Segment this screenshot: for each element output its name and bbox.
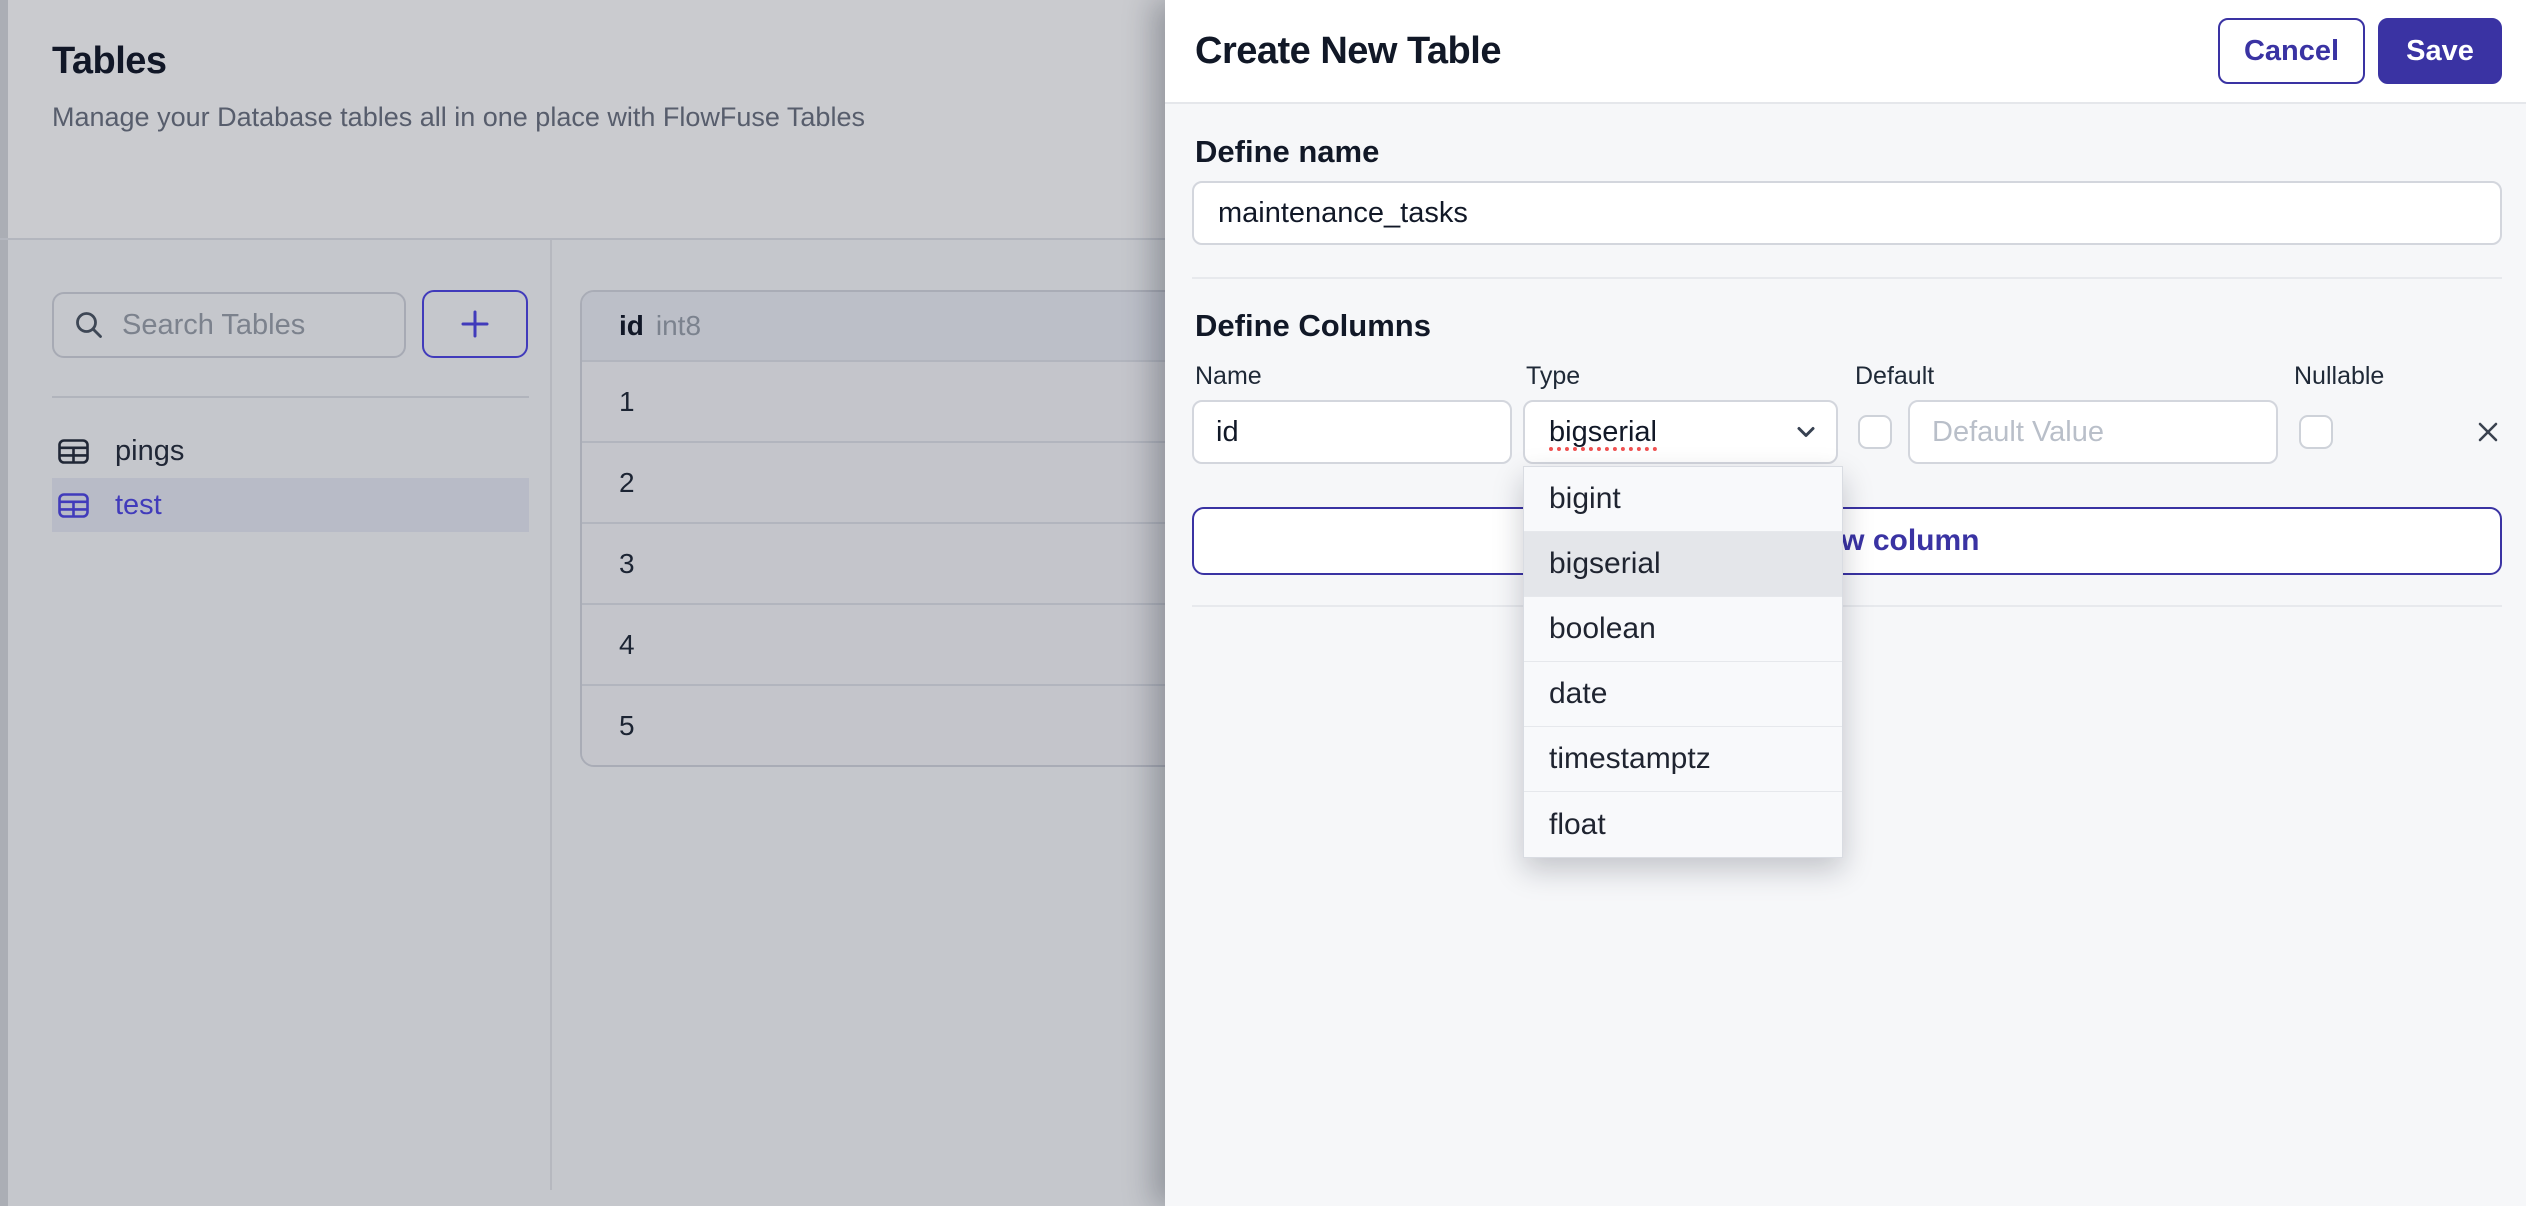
type-dropdown-option[interactable]: boolean bbox=[1524, 597, 1842, 662]
column-definition-row: bigserial bbox=[1192, 400, 2502, 464]
chevron-down-icon bbox=[1792, 418, 1820, 446]
default-value-input[interactable] bbox=[1908, 400, 2278, 464]
section-divider-2 bbox=[1192, 605, 2502, 607]
type-dropdown-menu: bigint bigserial boolean date timestampt… bbox=[1523, 466, 1843, 858]
default-checkbox[interactable] bbox=[1858, 415, 1892, 449]
drawer-title: Create New Table bbox=[1195, 29, 1501, 72]
type-dropdown-option[interactable]: bigserial bbox=[1524, 532, 1842, 597]
table-name-input[interactable] bbox=[1192, 181, 2502, 245]
drawer-header: Create New Table Cancel Save bbox=[1165, 0, 2526, 104]
add-column-button[interactable]: Add a new column bbox=[1192, 507, 2502, 575]
define-columns-label: Define Columns bbox=[1195, 308, 1431, 343]
field-label-nullable: Nullable bbox=[2294, 362, 2385, 390]
create-table-drawer: Create New Table Cancel Save Define name… bbox=[1165, 0, 2526, 1206]
column-type-select[interactable]: bigserial bbox=[1523, 400, 1838, 464]
modal-backdrop[interactable] bbox=[0, 0, 1165, 1206]
type-dropdown-option[interactable]: float bbox=[1524, 792, 1842, 857]
flowfuse-tables-page: Tables Manage your Database tables all i… bbox=[0, 0, 2526, 1206]
nullable-checkbox[interactable] bbox=[2299, 415, 2333, 449]
field-label-type: Type bbox=[1526, 362, 1581, 390]
type-dropdown-option[interactable]: timestamptz bbox=[1524, 727, 1842, 792]
column-type-value: bigserial bbox=[1549, 415, 1657, 448]
field-label-default: Default bbox=[1855, 362, 1935, 390]
drawer-actions: Cancel Save bbox=[2218, 18, 2502, 84]
type-dropdown-option[interactable]: date bbox=[1524, 662, 1842, 727]
field-label-name: Name bbox=[1195, 362, 1262, 390]
close-icon bbox=[2473, 417, 2503, 447]
column-name-input[interactable] bbox=[1192, 400, 1512, 464]
section-divider bbox=[1192, 277, 2502, 279]
remove-column-button[interactable] bbox=[2470, 414, 2506, 450]
define-name-label: Define name bbox=[1195, 134, 1380, 169]
save-button[interactable]: Save bbox=[2378, 18, 2502, 84]
cancel-button[interactable]: Cancel bbox=[2218, 18, 2365, 84]
type-dropdown-option[interactable]: bigint bbox=[1524, 467, 1842, 532]
